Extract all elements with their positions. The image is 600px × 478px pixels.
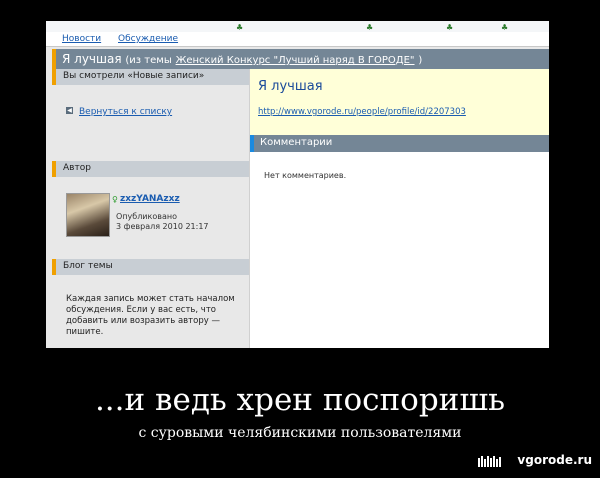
nav-link-discussion[interactable]: Обсуждение <box>118 34 178 44</box>
poster-caption: ...и ведь хрен поспоришь <box>94 382 506 418</box>
back-to-list-link[interactable]: Вернуться к списку <box>79 107 172 117</box>
post-url-link[interactable]: http://www.vgorode.ru/people/profile/id/… <box>258 107 466 117</box>
section-accent <box>52 69 56 85</box>
top-decoration-strip: ♣ ♣ ♣ ♣ <box>46 21 549 32</box>
post-block: Я лучшая http://www.vgorode.ru/people/pr… <box>250 69 549 135</box>
topic-link[interactable]: Женский Конкурс "Лучший наряд В ГОРОДЕ" <box>176 55 415 66</box>
back-arrow-icon[interactable]: ◀ <box>66 107 73 114</box>
page-title-text: Я лучшая <box>62 52 122 66</box>
page-title: Я лучшая (из темы Женский Конкурс "Лучши… <box>62 52 422 66</box>
no-comments-text: Нет комментариев. <box>264 171 347 180</box>
title-accent <box>52 49 56 69</box>
comments-label: Комментарии <box>260 137 333 148</box>
section-accent <box>52 161 56 177</box>
topic-prefix: (из темы <box>125 55 172 66</box>
user-online-icon: ♀ <box>112 195 118 204</box>
viewed-label: Вы смотрели «Новые записи» <box>63 71 205 81</box>
left-sidebar: Вы смотрели «Новые записи» ◀ Вернуться к… <box>46 69 249 348</box>
post-title: Я лучшая <box>258 79 323 94</box>
brand-name: vgorode.ru <box>517 453 592 467</box>
nav-link-news[interactable]: Новости <box>62 34 101 44</box>
author-label: Автор <box>63 163 91 173</box>
publish-info: Опубликовано 3 февраля 2010 21:17 <box>116 212 209 232</box>
author-section-header: Автор <box>52 161 249 177</box>
nav-bar: Новости Обсуждение <box>46 32 549 47</box>
main-content: Я лучшая http://www.vgorode.ru/people/pr… <box>249 69 549 348</box>
tree-icon: ♣ <box>236 23 244 32</box>
tree-icon: ♣ <box>366 23 374 32</box>
comments-header: Комментарии <box>250 135 549 152</box>
blog-description: Каждая запись может стать началом обсужд… <box>66 294 235 337</box>
published-date: 3 февраля 2010 21:17 <box>116 222 209 231</box>
tree-icon: ♣ <box>501 23 509 32</box>
comments-accent <box>250 135 254 152</box>
blog-label: Блог темы <box>63 261 113 271</box>
poster-subcaption: с суровыми челябинскими пользователями <box>138 425 462 441</box>
published-label: Опубликовано <box>116 212 177 221</box>
avatar[interactable] <box>66 193 110 237</box>
viewed-section-header: Вы смотрели «Новые записи» <box>52 69 249 85</box>
topic-suffix: ) <box>418 55 423 66</box>
section-accent <box>52 259 56 275</box>
author-name-link[interactable]: zxzYANAzxz <box>120 194 180 204</box>
brand-logo-icon <box>478 455 512 467</box>
screenshot-frame: ♣ ♣ ♣ ♣ Новости Обсуждение Я лучшая (из … <box>46 21 549 348</box>
tree-icon: ♣ <box>446 23 454 32</box>
page-title-bar: Я лучшая (из темы Женский Конкурс "Лучши… <box>52 49 549 69</box>
blog-section-header: Блог темы <box>52 259 249 275</box>
